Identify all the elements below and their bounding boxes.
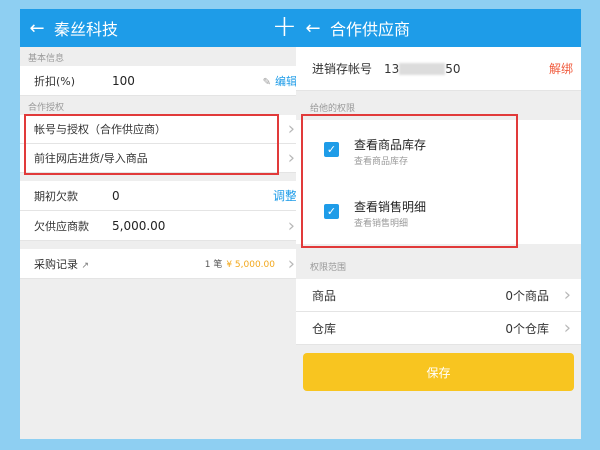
masked-digits	[399, 63, 446, 75]
chevron-right-icon: ›	[287, 118, 295, 140]
range-value: 0个商品	[505, 288, 549, 303]
trend-icon: ↗	[81, 260, 90, 271]
page-title: 秦丝科技	[54, 20, 119, 39]
perm-title: 查看销售明细	[354, 200, 427, 214]
left-titlebar: ← 秦丝科技 +	[20, 9, 305, 47]
chevron-right-icon: ›	[287, 147, 295, 169]
section-label-basic: 基本信息	[28, 54, 65, 64]
coop-item-import[interactable]: 前往网店进货/导入商品 ›	[20, 144, 305, 173]
edit-icon: ✎	[262, 76, 271, 88]
right-titlebar: ← 合作供应商	[296, 9, 581, 47]
coop-item-account-label: 帐号与授权（合作供应商）	[34, 123, 166, 136]
section-label-permissions: 给他的权限	[310, 104, 356, 114]
right-phone-screen: ← 合作供应商 进销存帐号 13 50 解绑 给他的权限 ✓ 查看商品库存 查看商…	[296, 9, 581, 439]
checkbox-checked-icon[interactable]: ✓	[324, 204, 339, 219]
perm-item-sales[interactable]: ✓ 查看销售明细 查看销售明细	[296, 182, 581, 244]
discount-label: 折扣(%)	[34, 74, 76, 88]
checkbox-checked-icon[interactable]: ✓	[324, 142, 339, 157]
chevron-right-icon: ›	[563, 317, 571, 339]
add-icon[interactable]: +	[272, 11, 297, 43]
range-label: 仓库	[312, 321, 337, 336]
records-count: 1 笔	[204, 260, 223, 270]
edit-label: 编辑	[275, 74, 297, 88]
perm-title: 查看商品库存	[354, 138, 427, 152]
coop-item-import-label: 前往网店进货/导入商品	[34, 152, 148, 165]
unbind-button[interactable]: 解绑	[549, 60, 573, 77]
range-label: 商品	[312, 288, 337, 303]
owed-row[interactable]: 欠供应商款 5,000.00 ›	[20, 211, 305, 241]
back-arrow-icon[interactable]: ←	[20, 18, 54, 39]
perm-subtitle: 查看商品库存	[354, 157, 409, 167]
section-label-range: 权限范围	[310, 263, 347, 273]
chevron-right-icon: ›	[563, 284, 571, 306]
purchase-records-row[interactable]: 采购记录 ↗ 1 笔 ¥ 5,000.00 ›	[20, 249, 305, 279]
initial-debt-value: 0	[112, 188, 120, 203]
records-summary: 1 笔 ¥ 5,000.00	[205, 257, 275, 270]
account-row: 进销存帐号 13 50 解绑	[296, 47, 581, 91]
owed-value: 5,000.00	[112, 218, 166, 233]
perm-item-stock[interactable]: ✓ 查看商品库存 查看商品库存	[296, 120, 581, 182]
purchase-records-label: 采购记录 ↗	[34, 257, 90, 271]
left-phone-screen: ← 秦丝科技 + 基本信息 折扣(%) 100 ✎ 编辑 合作授权 帐号与授权（合…	[20, 9, 305, 439]
chevron-right-icon: ›	[287, 253, 295, 274]
back-arrow-icon[interactable]: ←	[296, 18, 330, 39]
section-label-coop: 合作授权	[28, 103, 65, 113]
discount-row: 折扣(%) 100 ✎ 编辑	[20, 66, 305, 96]
perm-subtitle: 查看销售明细	[354, 219, 409, 229]
initial-debt-row: 期初欠款 0 调整	[20, 181, 305, 211]
page-title: 合作供应商	[330, 20, 411, 39]
edit-button[interactable]: ✎ 编辑	[263, 73, 297, 89]
save-button[interactable]: 保存	[303, 353, 574, 391]
owed-label: 欠供应商款	[34, 219, 89, 233]
adjust-button[interactable]: 调整	[273, 187, 297, 204]
discount-value: 100	[112, 73, 135, 88]
chevron-right-icon: ›	[287, 215, 295, 236]
coop-item-account[interactable]: 帐号与授权（合作供应商） ›	[20, 115, 305, 144]
range-row-products[interactable]: 商品 0个商品 ›	[296, 279, 581, 312]
records-amount: ¥ 5,000.00	[226, 260, 275, 270]
range-row-warehouse[interactable]: 仓库 0个仓库 ›	[296, 312, 581, 345]
range-value: 0个仓库	[505, 321, 549, 336]
initial-debt-label: 期初欠款	[34, 189, 78, 203]
account-label: 进销存帐号	[312, 62, 373, 76]
account-value: 13 50	[384, 61, 461, 76]
